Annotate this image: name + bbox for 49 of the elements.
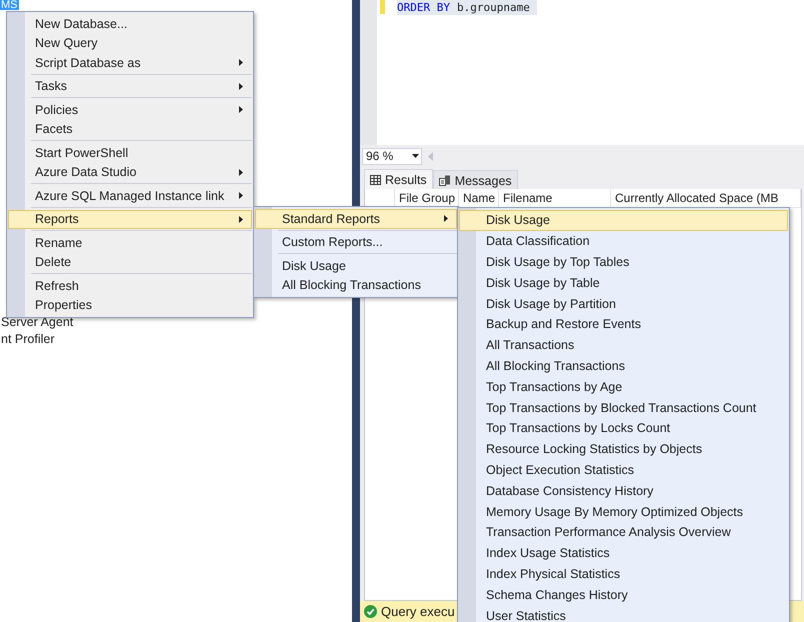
result-tab[interactable]: Results — [364, 169, 433, 189]
menu-item[interactable]: Policies — [8, 100, 252, 120]
menu-item[interactable]: Disk Usage by Partition — [459, 293, 788, 314]
menu-item[interactable]: Data Classification — [459, 230, 788, 252]
menu-item[interactable]: Memory Usage By Memory Optimized Objects — [459, 501, 788, 522]
tree-item[interactable]: nt Profiler — [0, 331, 56, 348]
menu-item[interactable]: New Database... — [8, 14, 252, 34]
menu-item[interactable]: Facets — [8, 120, 252, 139]
menu-item[interactable]: Disk Usage by Table — [459, 272, 788, 294]
menu-item[interactable]: Azure SQL Managed Instance link — [8, 186, 252, 206]
menu-item[interactable]: Start PowerShell — [8, 143, 252, 162]
menu-item[interactable]: Script Database as — [8, 53, 252, 72]
menu-item[interactable]: Disk Usage — [459, 210, 788, 231]
menu-item[interactable]: Disk Usage — [255, 256, 457, 276]
menu-item[interactable]: All Blocking Transactions — [255, 276, 457, 295]
grid-icon — [370, 174, 381, 184]
messages-icon — [438, 175, 451, 186]
change-marker — [380, 0, 385, 14]
menu-item[interactable]: All Transactions — [459, 334, 788, 356]
menu-item[interactable]: All Blocking Transactions — [459, 356, 788, 376]
menu-item[interactable]: Object Execution Statistics — [459, 460, 788, 480]
menu-item[interactable]: Backup and Restore Events — [459, 314, 788, 335]
menu-item[interactable]: Top Transactions by Blocked Transactions Count — [459, 397, 788, 418]
menu-item[interactable]: Reports — [8, 210, 252, 229]
result-tab[interactable]: Messages — [432, 170, 518, 190]
menu-item[interactable]: Schema Changes History — [459, 584, 788, 606]
tree-item[interactable]: Server Agent — [0, 314, 74, 331]
menu-item[interactable]: Transaction Performance Analysis Overview — [459, 522, 788, 543]
menu-item[interactable]: Resource Locking Statistics by Objects — [459, 438, 788, 460]
menu-item[interactable]: Rename — [8, 233, 252, 252]
menu-item[interactable]: Top Transactions by Age — [459, 376, 788, 398]
menu-item[interactable]: Top Transactions by Locks Count — [459, 418, 788, 439]
menu-item[interactable]: Delete — [8, 252, 252, 272]
menu-item[interactable]: Refresh — [8, 276, 252, 296]
menu-item[interactable]: Azure Data Studio — [8, 162, 252, 182]
menu-item[interactable]: Tasks — [8, 76, 252, 96]
menu-item[interactable]: Custom Reports... — [255, 232, 457, 252]
menu-item[interactable]: Database Consistency History — [459, 480, 788, 502]
menu-item[interactable]: Standard Reports — [255, 209, 457, 228]
caret-icon — [412, 154, 419, 158]
menu-item[interactable]: User Statistics — [459, 605, 788, 622]
check-circle-icon — [364, 605, 377, 618]
zoom-dropdown[interactable]: 96 % — [362, 148, 422, 164]
status-text: Query execu — [381, 604, 455, 619]
menu-item[interactable]: Index Usage Statistics — [459, 542, 788, 564]
menu-item[interactable]: Index Physical Statistics — [459, 564, 788, 584]
menu-item[interactable]: Disk Usage by Top Tables — [459, 252, 788, 272]
menu-item[interactable]: New Query — [8, 34, 252, 53]
menu-item[interactable]: Properties — [8, 296, 252, 315]
